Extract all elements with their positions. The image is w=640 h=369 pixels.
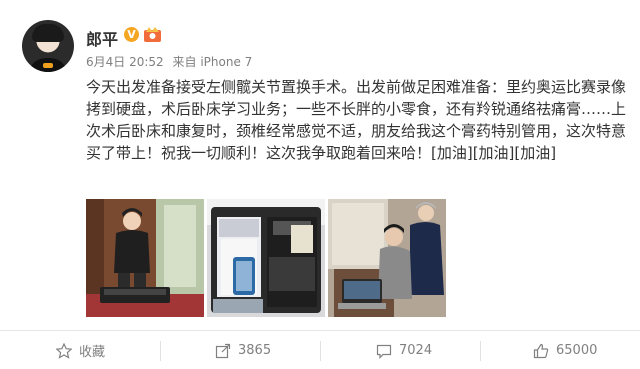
repost-button[interactable]: 3865: [215, 331, 271, 369]
comment-button[interactable]: 7024: [376, 331, 432, 369]
verified-badge-icon: V: [124, 27, 139, 42]
post-photo-2[interactable]: [207, 199, 325, 317]
like-count: 65000: [556, 343, 598, 358]
action-bar: 收藏 3865 7024 65000: [0, 330, 640, 369]
post-photo-3[interactable]: [328, 199, 446, 317]
avatar-logo: [43, 63, 53, 68]
favorite-button[interactable]: 收藏: [56, 331, 105, 369]
post-text: 今天出发准备接受左侧髋关节置换手术。出发前做足困难准备：里约奥运比赛录像拷到硬盘…: [86, 78, 627, 162]
comment-count: 7024: [399, 343, 433, 358]
repost-icon: [215, 343, 231, 358]
action-divider: [160, 341, 161, 361]
author-name[interactable]: 郎平: [86, 26, 118, 50]
comment-icon: [376, 344, 392, 359]
avatar-hair: [32, 24, 64, 42]
photo-packed-suitcase-icon: [207, 199, 325, 317]
action-divider: [480, 341, 481, 361]
author-avatar[interactable]: [22, 20, 74, 72]
post-source: 来自 iPhone 7: [172, 55, 253, 69]
thumbs-up-icon: [533, 343, 549, 358]
photo-person-with-suitcase-icon: [86, 199, 204, 317]
vip-badge-icon: [144, 27, 161, 42]
favorite-label: 收藏: [79, 345, 106, 360]
weibo-post-card: 郎平 V 6月4日 20:52 来自 iPhone 7 今天出发准备接受左侧髋关…: [0, 0, 640, 369]
action-divider: [320, 341, 321, 361]
post-meta: 6月4日 20:52 来自 iPhone 7: [86, 53, 257, 70]
star-icon: [56, 342, 72, 359]
repost-count: 3865: [238, 343, 272, 358]
post-photo-1[interactable]: [86, 199, 204, 317]
photo-laptop-review-icon: [328, 199, 446, 317]
like-button[interactable]: 65000: [533, 331, 597, 369]
post-date[interactable]: 6月4日 20:52: [86, 55, 164, 69]
